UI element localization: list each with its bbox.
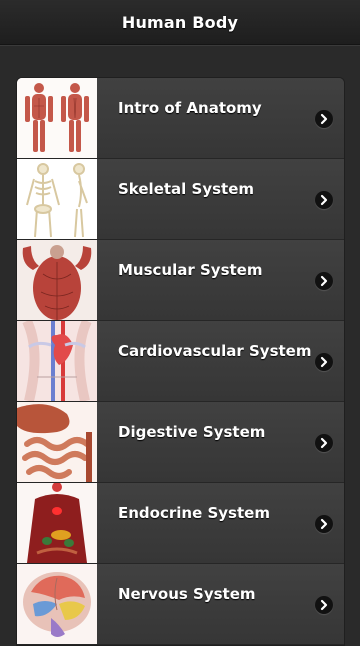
menu-item-endocrine-system[interactable]: Endocrine System [17,483,344,564]
skeleton-icon [17,159,97,239]
menu-item-label: Endocrine System [118,504,270,522]
heart-vessels-icon [17,321,97,401]
menu-item-digestive-system[interactable]: Digestive System [17,402,344,483]
brain-icon [17,564,97,644]
page-title: Human Body [121,12,239,32]
menu-item-label: Cardiovascular System [118,342,312,360]
endocrine-torso-icon [17,483,97,563]
menu-item-skeletal-system[interactable]: Skeletal System [17,159,344,240]
menu-item-muscular-system[interactable]: Muscular System [17,240,344,321]
chevron-right-icon[interactable] [315,272,333,290]
menu-item-nervous-system[interactable]: Nervous System [17,564,344,645]
chevron-right-icon[interactable] [315,110,333,128]
chevron-right-icon[interactable] [315,515,333,533]
human-figure-front-back-icon [17,78,97,158]
menu-item-label: Muscular System [118,261,263,279]
chevron-right-icon[interactable] [315,596,333,614]
menu-list: Intro of Anatomy Skeletal System Muscula… [16,77,345,646]
muscles-back-icon [17,240,97,320]
menu-item-label: Skeletal System [118,180,255,198]
menu-item-label: Nervous System [118,585,256,603]
menu-item-label: Intro of Anatomy [118,99,262,117]
top-bar: Human Body [0,0,360,45]
intestines-icon [17,402,97,482]
chevron-right-icon[interactable] [315,353,333,371]
chevron-right-icon[interactable] [315,434,333,452]
chevron-right-icon[interactable] [315,191,333,209]
menu-item-label: Digestive System [118,423,266,441]
menu-item-cardiovascular-system[interactable]: Cardiovascular System [17,321,344,402]
menu-item-intro-of-anatomy[interactable]: Intro of Anatomy [17,78,344,159]
